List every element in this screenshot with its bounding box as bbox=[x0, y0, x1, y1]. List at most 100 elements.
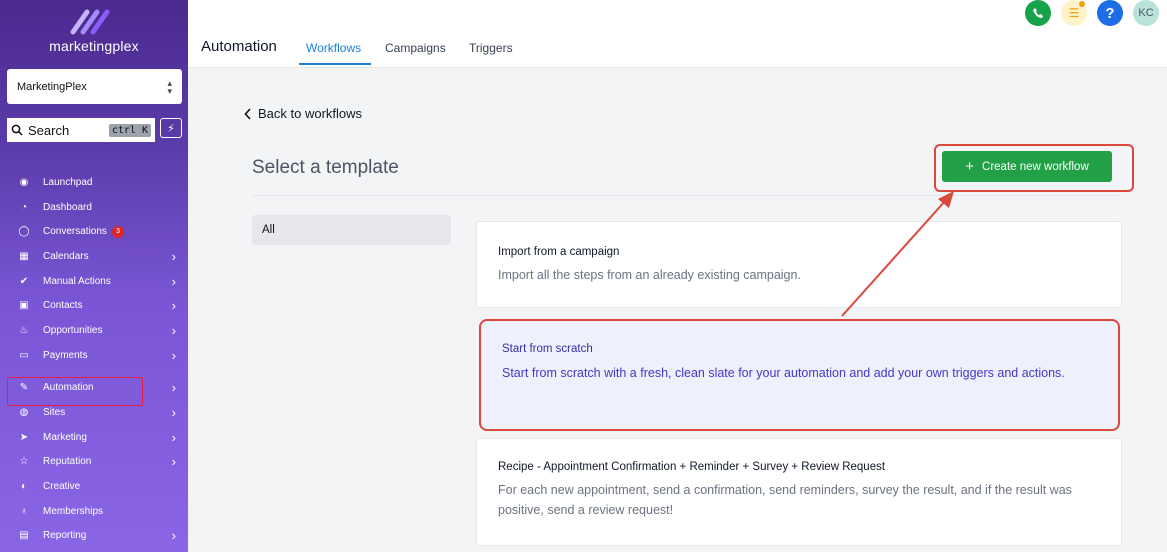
template-card-scratch[interactable]: Start from scratch Start from scratch wi… bbox=[479, 319, 1120, 431]
sidebar-item-automation[interactable]: ✎ Automation › bbox=[0, 376, 188, 406]
gauge-icon: ◔ bbox=[20, 201, 28, 213]
search-icon bbox=[11, 124, 23, 136]
check-circle-icon: ✔ bbox=[19, 275, 29, 287]
card-title: Import from a campaign bbox=[498, 246, 620, 258]
plus-icon: + bbox=[965, 158, 975, 175]
sidebar-item-label: Launchpad bbox=[43, 176, 93, 188]
sidebar-item-contacts[interactable]: ▣ Contacts › bbox=[0, 293, 188, 318]
notifications-button[interactable]: ☰ bbox=[1061, 0, 1087, 26]
help-button[interactable]: ? bbox=[1097, 0, 1123, 26]
card-title: Start from scratch bbox=[502, 343, 593, 355]
sidebar-item-sites[interactable]: ◍ Sites › bbox=[0, 400, 188, 425]
sidebar: marketingplex MarketingPlex ▴ ▾ Search ct… bbox=[0, 0, 188, 552]
quick-action-button[interactable]: ⚡ bbox=[160, 118, 182, 138]
sidebar-item-label: Marketing bbox=[43, 431, 87, 443]
chevron-right-icon: › bbox=[171, 454, 176, 470]
chat-icon: ◯ bbox=[18, 226, 30, 238]
sidebar-item-label: Manual Actions bbox=[43, 275, 111, 287]
card-title: Recipe - Appointment Confirmation + Remi… bbox=[498, 461, 886, 473]
sidebar-item-label: Reputation bbox=[43, 456, 92, 468]
logo-icon bbox=[70, 9, 110, 35]
search-label: Search bbox=[28, 122, 70, 138]
rocket-icon: ◉ bbox=[19, 176, 29, 188]
sidebar-item-label: Creative bbox=[43, 481, 81, 493]
sidebar-item-payments[interactable]: ▭ Payments › bbox=[0, 343, 188, 368]
header-actions: ☰ ? KC bbox=[1025, 0, 1159, 26]
create-workflow-button[interactable]: + Create new workflow bbox=[942, 151, 1112, 182]
sidebar-item-memberships[interactable]: ♁ Memberships bbox=[0, 499, 188, 524]
star-icon: ☆ bbox=[19, 456, 29, 468]
sidebar-item-label: Memberships bbox=[43, 505, 104, 517]
phone-icon bbox=[1033, 8, 1043, 18]
create-workflow-label: Create new workflow bbox=[982, 160, 1089, 173]
sidebar-item-label: Reporting bbox=[43, 530, 87, 542]
sidebar-item-label: Automation bbox=[43, 382, 94, 394]
contacts-icon: ▣ bbox=[19, 300, 29, 312]
card-description: Start from scratch with a fresh, clean s… bbox=[502, 366, 1065, 380]
card-description: Import all the steps from an already exi… bbox=[498, 268, 801, 282]
send-icon: ➤ bbox=[19, 431, 29, 443]
chevron-right-icon: › bbox=[171, 405, 176, 421]
chevron-right-icon: › bbox=[171, 273, 176, 289]
wand-icon: ✎ bbox=[19, 382, 29, 394]
filter-all[interactable]: All bbox=[252, 215, 451, 245]
globe-icon: ◍ bbox=[19, 407, 29, 419]
sidebar-item-dashboard[interactable]: ◔ Dashboard bbox=[0, 195, 188, 220]
sidebar-item-launchpad[interactable]: ◉ Launchpad bbox=[0, 170, 188, 195]
help-icon: ? bbox=[1105, 4, 1115, 22]
template-card-recipe[interactable]: Recipe - Appointment Confirmation + Remi… bbox=[476, 438, 1122, 546]
sidebar-item-label: Payments bbox=[43, 349, 88, 361]
chevron-right-icon: › bbox=[171, 528, 176, 544]
sidebar-item-creative[interactable]: ◐ Creative bbox=[0, 474, 188, 499]
chevron-updown-icon: ▴ ▾ bbox=[167, 77, 172, 96]
template-card-import[interactable]: Import from a campaign Import all the st… bbox=[476, 221, 1122, 308]
chevron-right-icon: › bbox=[171, 347, 176, 363]
chevron-left-icon bbox=[244, 107, 251, 120]
unread-badge: 3 bbox=[111, 225, 124, 238]
list-icon: ☰ bbox=[1068, 6, 1080, 20]
card-icon: ▭ bbox=[19, 349, 29, 361]
notification-dot bbox=[1079, 1, 1085, 7]
chevron-right-icon: › bbox=[171, 429, 176, 445]
chevron-right-icon: › bbox=[171, 380, 176, 396]
back-link[interactable]: Back to workflows bbox=[244, 106, 362, 121]
sidebar-item-reporting[interactable]: ▤ Reporting › bbox=[0, 524, 188, 549]
page-title: Select a template bbox=[252, 157, 399, 178]
calendar-icon: ▦ bbox=[19, 250, 29, 262]
active-tab-indicator bbox=[299, 63, 371, 65]
tab-campaigns[interactable]: Campaigns bbox=[385, 41, 446, 55]
chevron-right-icon: › bbox=[171, 322, 176, 338]
sidebar-item-label: Calendars bbox=[43, 250, 89, 262]
sidebar-item-manual-actions[interactable]: ✔ Manual Actions › bbox=[0, 269, 188, 294]
sidebar-item-label: Dashboard bbox=[43, 201, 92, 213]
chart-icon: ▤ bbox=[19, 530, 29, 542]
sidebar-item-marketing[interactable]: ➤ Marketing › bbox=[0, 425, 188, 450]
brand-logo[interactable]: marketingplex bbox=[0, 6, 188, 54]
chevron-right-icon: › bbox=[171, 298, 176, 314]
account-name: MarketingPlex bbox=[17, 80, 87, 93]
palette-icon: ◐ bbox=[20, 481, 28, 493]
sidebar-item-label: Sites bbox=[43, 407, 66, 419]
sidebar-item-conversations[interactable]: ◯ Conversations 3 bbox=[0, 219, 188, 244]
tab-workflows[interactable]: Workflows bbox=[306, 41, 361, 55]
phone-button[interactable] bbox=[1025, 0, 1051, 26]
sidebar-item-label: Conversations bbox=[43, 226, 107, 238]
top-header: Automation Workflows Campaigns Triggers … bbox=[188, 0, 1167, 68]
sidebar-item-opportunities[interactable]: ♨ Opportunities › bbox=[0, 318, 188, 343]
main-content: Back to workflows Select a template + Cr… bbox=[188, 69, 1167, 552]
account-switcher[interactable]: MarketingPlex ▴ ▾ bbox=[7, 69, 182, 104]
sidebar-item-label: Contacts bbox=[43, 300, 83, 312]
card-description: For each new appointment, send a confirm… bbox=[498, 483, 1072, 517]
page-section-title: Automation bbox=[201, 38, 277, 55]
badge-icon: ♁ bbox=[20, 505, 28, 517]
search-button[interactable]: Search ctrl K bbox=[7, 118, 155, 142]
flame-icon: ♨ bbox=[19, 324, 29, 336]
search-shortcut: ctrl K bbox=[108, 123, 151, 137]
sidebar-item-label: Opportunities bbox=[43, 324, 103, 336]
tab-triggers[interactable]: Triggers bbox=[469, 41, 513, 55]
avatar[interactable]: KC bbox=[1133, 0, 1159, 26]
brand-name: marketingplex bbox=[49, 38, 139, 54]
sidebar-item-reputation[interactable]: ☆ Reputation › bbox=[0, 450, 188, 475]
bolt-icon: ⚡ bbox=[167, 122, 175, 135]
sidebar-item-calendars[interactable]: ▦ Calendars › bbox=[0, 244, 188, 269]
